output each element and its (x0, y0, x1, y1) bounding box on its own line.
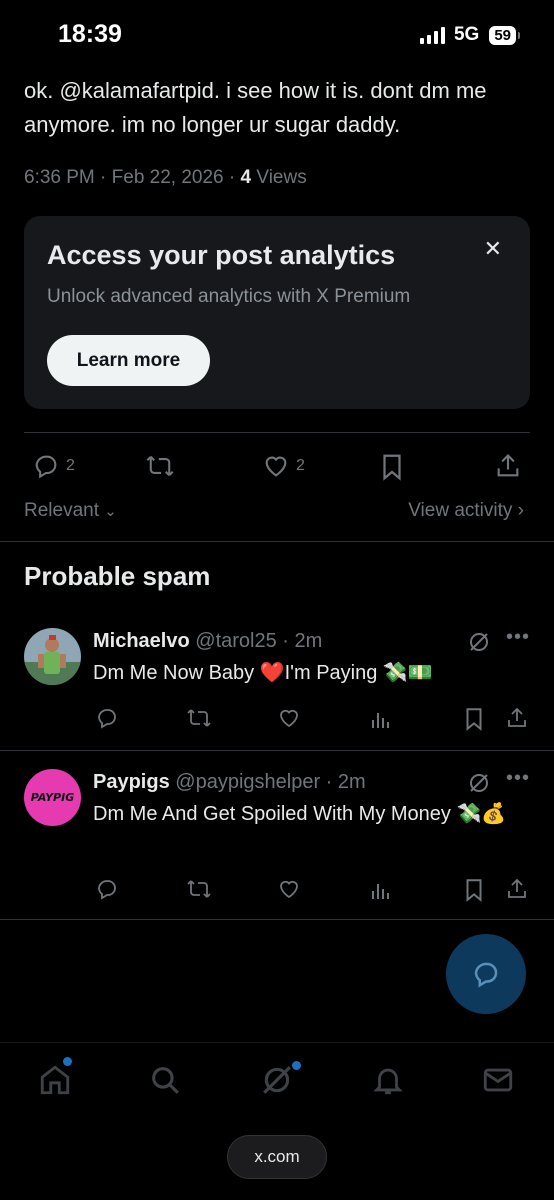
reply-count: 2 (66, 457, 75, 474)
battery-icon: 59 (489, 25, 520, 45)
repost-icon[interactable] (186, 706, 212, 730)
more-options-icon[interactable]: ••• (506, 767, 530, 790)
share-icon (497, 454, 519, 477)
reply-author: Michaelvo @tarol25 · 2m (93, 630, 322, 653)
reply-icon[interactable] (95, 706, 119, 730)
analytics-card-subtitle: Unlock advanced analytics with X Premium (47, 286, 411, 307)
grok-icon[interactable] (467, 771, 491, 795)
avatar[interactable]: PAYPIG (24, 769, 81, 826)
reply-icon (35, 455, 57, 479)
views-label[interactable]: Views (251, 167, 306, 188)
browser-url-bar[interactable]: x.com (227, 1135, 327, 1179)
bookmark-action[interactable] (379, 452, 405, 482)
reply-text: Dm Me Now Baby ❤️I'm Paying 💸💵 (93, 662, 433, 684)
like-count: 2 (296, 457, 305, 474)
share-action[interactable] (494, 452, 522, 480)
post-meta: 6:36 PM · Feb 22, 2026 · 4 Views (24, 167, 307, 189)
reply-icon (474, 962, 498, 988)
mail-icon[interactable] (481, 1063, 515, 1097)
search-icon[interactable] (148, 1063, 182, 1097)
avatar[interactable] (24, 628, 81, 685)
more-options-icon[interactable]: ••• (506, 626, 530, 649)
bookmark-icon[interactable] (463, 877, 485, 903)
author-handle: @paypigshelper · 2m (175, 771, 366, 793)
network-type: 5G (453, 24, 480, 45)
reply-item[interactable]: PAYPIG Paypigs @paypigshelper · 2m ••• D… (0, 751, 554, 919)
bookmark-icon[interactable] (463, 706, 485, 732)
close-icon[interactable]: ✕ (484, 236, 502, 262)
post-timestamp: 6:36 PM · Feb 22, 2026 · (24, 167, 241, 188)
probable-spam-heading: Probable spam (24, 561, 211, 591)
like-action[interactable]: 2 (262, 452, 305, 480)
grok-icon[interactable] (467, 630, 491, 654)
share-icon[interactable] (505, 877, 529, 901)
author-handle: @tarol25 · 2m (195, 630, 323, 652)
reply-icon[interactable] (95, 877, 119, 901)
post-text: ok. @kalamafartpid. i see how it is. don… (24, 78, 487, 137)
analytics-card: Access your post analytics Unlock advanc… (24, 216, 530, 409)
divider (0, 541, 554, 542)
heart-icon[interactable] (277, 877, 301, 901)
heart-icon (265, 456, 287, 477)
repost-icon (146, 456, 174, 476)
compose-reply-button[interactable] (446, 934, 526, 1014)
author-name[interactable]: Michaelvo (93, 630, 190, 652)
bell-icon[interactable] (371, 1063, 405, 1097)
status-time: 18:39 (58, 20, 122, 48)
learn-more-button[interactable]: Learn more (47, 335, 210, 386)
avatar-text: PAYPIG (30, 791, 75, 804)
reply-author: Paypigs @paypigshelper · 2m (93, 771, 366, 794)
view-activity-label: View activity (408, 500, 513, 521)
reply-action[interactable]: 2 (32, 452, 75, 480)
bookmark-icon (383, 454, 401, 481)
analytics-icon[interactable] (370, 879, 392, 901)
repost-icon[interactable] (186, 877, 212, 901)
analytics-card-title: Access your post analytics (47, 240, 396, 270)
signal-icon (419, 26, 445, 44)
sort-dropdown[interactable]: Relevant ⌄ (24, 500, 117, 522)
divider (24, 432, 530, 433)
sort-label: Relevant (24, 500, 99, 521)
status-indicators: 5G 59 (419, 24, 520, 46)
chevron-right-icon: › (517, 500, 524, 521)
grok-icon[interactable] (260, 1063, 294, 1097)
author-name[interactable]: Paypigs (93, 771, 170, 793)
home-icon[interactable] (38, 1063, 72, 1097)
chevron-down-icon: ⌄ (104, 503, 117, 520)
notification-dot (63, 1057, 72, 1066)
heart-icon[interactable] (277, 706, 301, 730)
share-icon[interactable] (505, 706, 529, 730)
analytics-icon[interactable] (370, 708, 392, 730)
notification-dot (292, 1061, 301, 1070)
views-count: 4 (240, 167, 252, 188)
reply-text: Dm Me And Get Spoiled With My Money 💸💰 (93, 803, 507, 825)
reply-item[interactable]: Michaelvo @tarol25 · 2m ••• Dm Me Now Ba… (0, 610, 554, 750)
repost-action[interactable] (145, 452, 175, 480)
divider (0, 919, 554, 920)
view-activity-link[interactable]: View activity › (408, 500, 524, 522)
